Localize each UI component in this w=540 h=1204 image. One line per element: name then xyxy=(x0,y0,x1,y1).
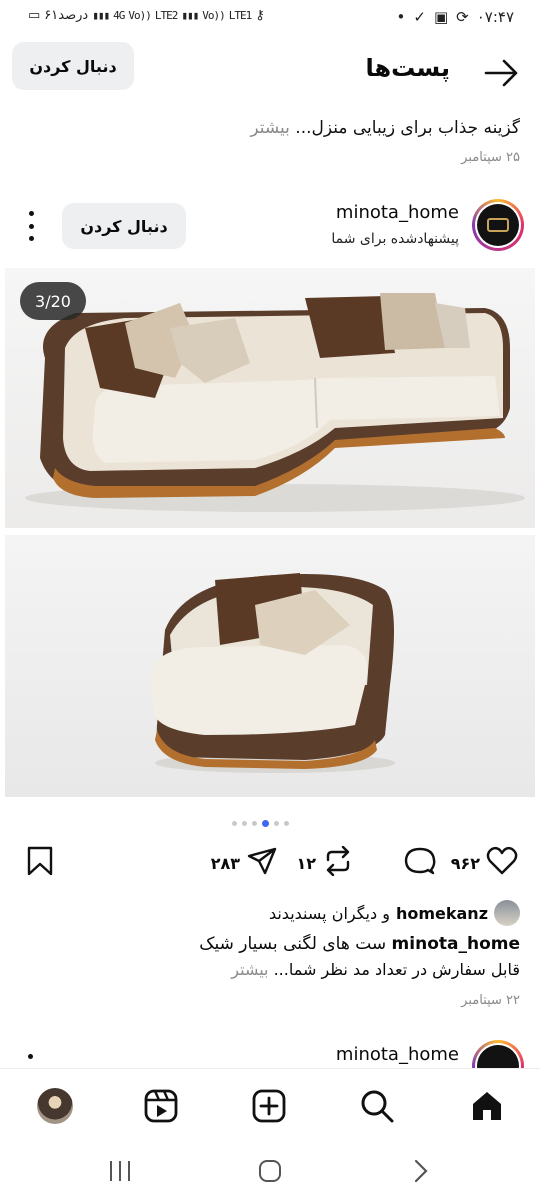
battery-text: ۶۱درصد xyxy=(44,8,89,23)
status-left: ▭ ۶۱درصد ▮▮▮ 4G Vo)) LTE2 ▮▮▮ Vo)) LTE1 … xyxy=(28,8,265,23)
liker-username[interactable]: homekanz xyxy=(396,904,488,923)
caption-more-link[interactable]: بیشتر xyxy=(231,960,268,979)
network-3: LTE1 xyxy=(228,9,252,22)
system-nav-bar xyxy=(0,1140,540,1204)
network-1-label: Vo)) xyxy=(128,9,151,22)
next-post-username[interactable]: minota_home xyxy=(336,1044,459,1065)
post-date: ۲۲ سپتامبر xyxy=(461,993,520,1008)
carousel-dot xyxy=(252,821,257,826)
caption-text-1: ست های لگنی بسیار شیک xyxy=(199,934,387,954)
caption-line-2: قابل سفارش در تعداد مد نظر شما... بیشتر xyxy=(231,960,520,979)
post-suggested-label: پیشنهادشده برای شما xyxy=(331,231,459,247)
next-more-options-icon[interactable] xyxy=(28,1054,33,1059)
dot-icon: • xyxy=(396,8,406,26)
signal-icon-2: ▮▮▮ xyxy=(181,9,199,22)
bookmark-icon[interactable] xyxy=(26,846,54,880)
home-button-icon[interactable] xyxy=(255,1156,285,1186)
create-icon[interactable] xyxy=(250,1087,288,1125)
page-title: پست‌ها xyxy=(365,54,451,82)
check-icon: ✓ xyxy=(413,8,426,26)
sync-icon: ⟳ xyxy=(456,8,469,26)
send-icon[interactable] xyxy=(246,846,278,880)
post-username[interactable]: minota_home xyxy=(336,202,459,223)
battery-icon: ▭ xyxy=(28,8,41,23)
follow-button-top[interactable]: دنبال کردن xyxy=(12,42,134,90)
repost-group: ۱۲ xyxy=(296,845,354,880)
share-count[interactable]: ۲۸۳ xyxy=(211,854,240,873)
status-right: • ✓ ▣ ⟳ ۰۷:۴۷ xyxy=(397,8,514,26)
previous-date: ۲۵ سپتامبر xyxy=(461,150,520,165)
signal-icon: ▮▮▮ xyxy=(92,9,110,22)
key-icon: ⚷ xyxy=(255,8,265,23)
bottom-nav xyxy=(0,1068,540,1140)
repost-count[interactable]: ۱۲ xyxy=(296,854,316,873)
liked-by-text: و دیگران پسندیدند xyxy=(268,903,390,923)
previous-caption: گزینه جذاب برای زیبایی منزل... بیشتر xyxy=(250,118,520,138)
back-chevron-icon[interactable] xyxy=(405,1156,435,1186)
post-avatar[interactable] xyxy=(472,199,524,251)
liked-by-row[interactable]: homekanz و دیگران پسندیدند xyxy=(269,900,520,926)
carousel-dot-active xyxy=(262,820,269,827)
heart-icon[interactable] xyxy=(486,846,518,880)
search-icon[interactable] xyxy=(358,1087,396,1125)
previous-caption-text: گزینه جذاب برای زیبایی منزل... xyxy=(295,118,520,138)
follow-button[interactable]: دنبال کردن xyxy=(62,203,186,249)
carousel-dot xyxy=(242,821,247,826)
comment-group xyxy=(398,846,436,880)
caption-username[interactable]: minota_home xyxy=(392,934,520,954)
profile-avatar[interactable] xyxy=(36,1087,74,1125)
recents-icon[interactable] xyxy=(105,1156,135,1186)
brand-logo-icon xyxy=(477,204,519,246)
caption-text-2: قابل سفارش در تعداد مد نظر شما... xyxy=(273,960,520,979)
post-image-armchair[interactable] xyxy=(5,535,535,797)
carousel-dot xyxy=(274,821,279,826)
back-arrow-icon[interactable] xyxy=(484,58,520,88)
status-bar: ▭ ۶۱درصد ▮▮▮ 4G Vo)) LTE2 ▮▮▮ Vo)) LTE1 … xyxy=(0,0,540,36)
previous-more-link[interactable]: بیشتر xyxy=(250,118,290,138)
network-2-label: Vo)) xyxy=(202,9,225,22)
share-group: ۲۸۳ xyxy=(211,846,278,880)
reels-icon[interactable] xyxy=(142,1087,180,1125)
network-1: 4G xyxy=(113,9,125,22)
more-options-icon[interactable] xyxy=(26,211,36,241)
repost-icon[interactable] xyxy=(322,845,354,880)
like-count[interactable]: ۹۶۲ xyxy=(451,854,480,873)
like-group: ۹۶۲ xyxy=(451,846,518,880)
image-icon: ▣ xyxy=(433,8,449,26)
liker-avatar xyxy=(494,900,520,926)
network-2: LTE2 xyxy=(154,9,178,22)
status-time: ۰۷:۴۷ xyxy=(476,8,514,26)
comment-icon[interactable] xyxy=(404,846,436,880)
carousel-dot xyxy=(232,821,237,826)
carousel-dot xyxy=(284,821,289,826)
carousel-dots xyxy=(232,820,289,827)
home-icon[interactable] xyxy=(468,1087,506,1125)
caption-line-1: minota_home ست های لگنی بسیار شیک xyxy=(199,934,520,954)
carousel-counter: 3/20 xyxy=(20,282,86,320)
